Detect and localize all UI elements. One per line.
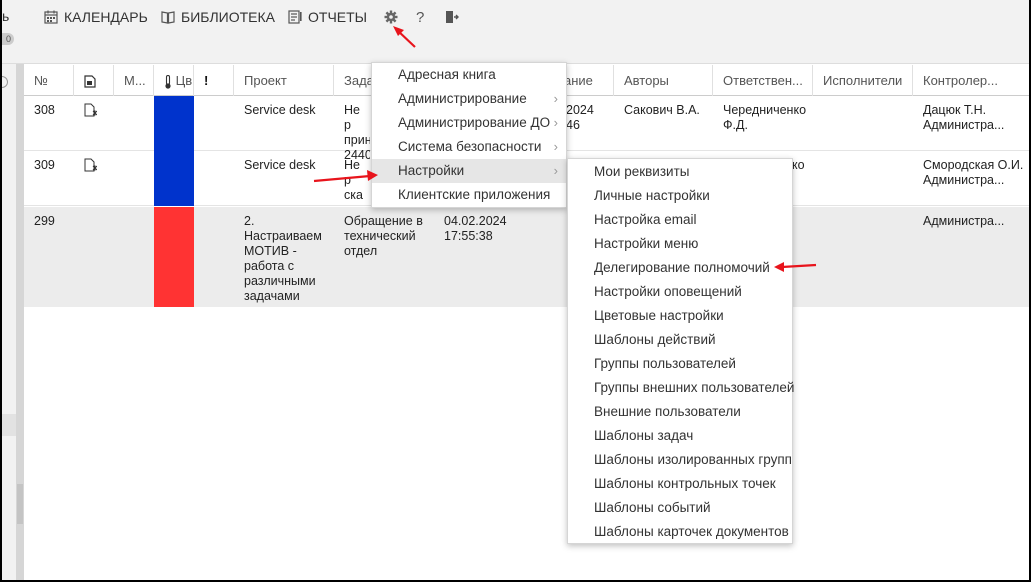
- left-panel: [2, 64, 16, 580]
- row-controller: Смородская О.И. Администра...: [923, 158, 1024, 187]
- row-date: 04.02.2024 17:55:38: [444, 214, 507, 243]
- submenu-item-isolated-group-templates[interactable]: Шаблоны изолированных групп: [568, 448, 792, 472]
- header-doc[interactable]: [74, 65, 114, 96]
- left-panel-selected[interactable]: [2, 414, 16, 436]
- top-toolbar: ь 0 КАЛЕНДАРЬ БИБЛИОТЕКА ОТЧЕТЫ ?: [2, 0, 1029, 64]
- submenu-item-menu-settings[interactable]: Настройки меню: [568, 232, 792, 256]
- submenu-item-personal-settings[interactable]: Личные настройки: [568, 184, 792, 208]
- menu-item-address-book[interactable]: Адресная книга: [372, 63, 566, 87]
- submenu-item-action-templates[interactable]: Шаблоны действий: [568, 328, 792, 352]
- header-responsible[interactable]: Ответствен...: [713, 65, 813, 96]
- chevron-right-icon: ›: [553, 163, 558, 178]
- submenu-item-document-card-templates[interactable]: Шаблоны карточек документов: [568, 520, 792, 544]
- menu-item-client-apps[interactable]: Клиентские приложения: [372, 183, 566, 207]
- submenu-item-external-users[interactable]: Внешние пользователи: [568, 400, 792, 424]
- row-project: 2. Настраиваем МОТИВ - работа с различны…: [244, 214, 322, 303]
- gear-icon: [384, 10, 398, 24]
- chevron-right-icon: ›: [553, 91, 558, 106]
- settings-submenu: Мои реквизиты Личные настройки Настройка…: [567, 158, 794, 544]
- new-document-icon: [74, 96, 114, 121]
- menu-item-security-system[interactable]: Система безопасности ›: [372, 135, 566, 159]
- header-number[interactable]: №: [24, 65, 74, 96]
- report-icon: [288, 10, 302, 24]
- app-window: ь 0 КАЛЕНДАРЬ БИБЛИОТЕКА ОТЧЕТЫ ? № М...…: [0, 0, 1031, 582]
- count-badge: 0: [2, 33, 14, 45]
- menu-item-administration[interactable]: Администрирование ›: [372, 87, 566, 111]
- header-color[interactable]: Цв: [154, 65, 194, 96]
- row-controller: Администра...: [923, 214, 1005, 228]
- settings-button[interactable]: [384, 8, 398, 26]
- submenu-item-color-settings[interactable]: Цветовые настройки: [568, 304, 792, 328]
- new-document-icon: [74, 151, 114, 176]
- row-responsible: Чередниченко Ф.Д.: [723, 103, 807, 132]
- submenu-item-event-templates[interactable]: Шаблоны событий: [568, 496, 792, 520]
- chevron-right-icon: ›: [553, 115, 558, 130]
- nav-library[interactable]: БИБЛИОТЕКА: [161, 8, 275, 26]
- nav-library-label: БИБЛИОТЕКА: [181, 9, 275, 25]
- header-authors[interactable]: Авторы: [614, 65, 713, 96]
- submenu-item-user-groups[interactable]: Группы пользователей: [568, 352, 792, 376]
- logout-button[interactable]: [445, 8, 459, 26]
- thermometer-icon: [165, 74, 171, 89]
- row-controller: Дацюк Т.Н. Администра...: [923, 103, 1005, 132]
- cut-nav-label[interactable]: ь: [2, 8, 9, 24]
- header-m[interactable]: М...: [114, 65, 154, 96]
- nav-calendar-label: КАЛЕНДАРЬ: [64, 9, 148, 25]
- submenu-item-delegation[interactable]: Делегирование полномочий: [568, 256, 792, 280]
- submenu-item-my-details[interactable]: Мои реквизиты: [568, 160, 792, 184]
- submenu-item-task-templates[interactable]: Шаблоны задач: [568, 424, 792, 448]
- header-controller[interactable]: Контролер...: [913, 65, 1029, 96]
- submenu-item-checkpoint-templates[interactable]: Шаблоны контрольных точек: [568, 472, 792, 496]
- nav-calendar[interactable]: КАЛЕНДАРЬ: [44, 8, 148, 26]
- calendar-icon: [44, 10, 58, 24]
- help-button[interactable]: ?: [416, 8, 424, 26]
- chevron-right-icon: ›: [553, 139, 558, 154]
- row-number: 299: [34, 214, 55, 228]
- header-priority[interactable]: !: [194, 65, 234, 96]
- panel-toggle-icon[interactable]: [2, 76, 8, 88]
- row-authors: Сакович В.А.: [624, 103, 700, 117]
- nav-reports[interactable]: ОТЧЕТЫ: [288, 8, 367, 26]
- doc-star-icon: [84, 103, 98, 117]
- color-indicator-blue: [154, 96, 194, 151]
- table-row-selected[interactable]: 299 2. Настраиваем МОТИВ - работа с разл…: [24, 207, 1029, 307]
- row-number: 309: [34, 158, 55, 172]
- row-project: Service desk: [244, 158, 316, 172]
- row-project: Service desk: [244, 103, 316, 117]
- nav-reports-label: ОТЧЕТЫ: [308, 9, 368, 25]
- settings-dropdown-menu: Адресная книга Администрирование › Админ…: [371, 62, 567, 208]
- logout-icon: [446, 11, 459, 23]
- question-icon: ?: [416, 8, 425, 26]
- scrollbar-thumb[interactable]: [17, 484, 23, 524]
- row-task: Не р ска: [344, 158, 363, 202]
- submenu-item-external-user-groups[interactable]: Группы внешних пользователей: [568, 376, 794, 400]
- color-indicator-blue: [154, 151, 194, 206]
- row-number: 308: [34, 103, 55, 117]
- document-icon: [84, 75, 96, 88]
- menu-item-administration-do[interactable]: Администрирование ДО ›: [372, 111, 566, 135]
- header-project[interactable]: Проект: [234, 65, 334, 96]
- menu-item-settings[interactable]: Настройки ›: [372, 159, 566, 183]
- submenu-item-email-settings[interactable]: Настройка email: [568, 208, 792, 232]
- color-indicator-red: [154, 207, 194, 307]
- header-executors[interactable]: Исполнители: [813, 65, 913, 96]
- book-icon: [161, 11, 175, 24]
- doc-star-icon: [84, 158, 98, 172]
- vertical-scrollbar[interactable]: [16, 64, 24, 580]
- submenu-item-notification-settings[interactable]: Настройки оповещений: [568, 280, 792, 304]
- row-task: Обращение в технический отдел: [344, 214, 423, 258]
